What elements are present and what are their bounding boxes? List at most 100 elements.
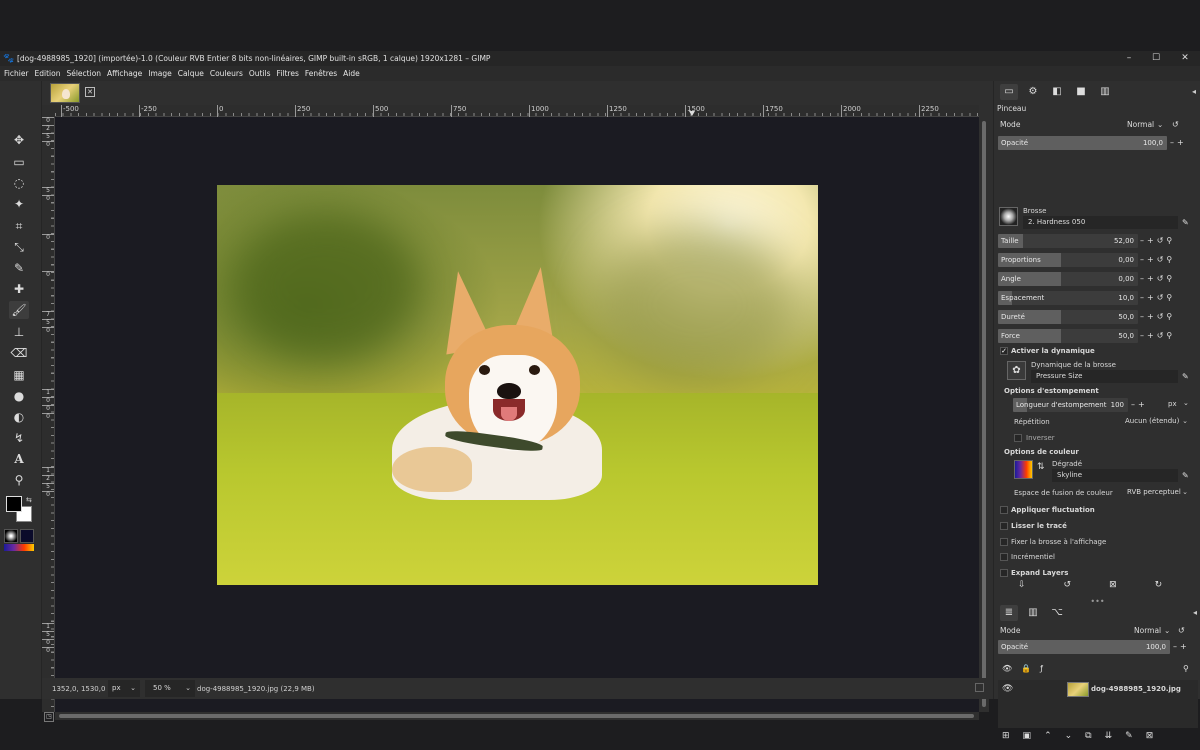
- reset-mode-icon[interactable]: ↺: [1172, 120, 1182, 129]
- brush-slider-4[interactable]: Dureté 50,0: [998, 310, 1138, 324]
- menu-edition[interactable]: Edition: [35, 69, 61, 78]
- maximize-button[interactable]: ☐: [1143, 51, 1169, 66]
- merge-layer-icon[interactable]: ⇊: [1105, 731, 1126, 741]
- transform-tool-icon[interactable]: ⤡: [9, 238, 29, 256]
- zoom-tool-icon[interactable]: ⚲: [9, 471, 29, 489]
- edit-brush-icon[interactable]: ✎: [1182, 218, 1192, 227]
- edit-gradient-icon[interactable]: ✎: [1182, 471, 1192, 480]
- layer-opacity-stepper[interactable]: –+: [1173, 642, 1190, 651]
- menu-aide[interactable]: Aide: [343, 69, 360, 78]
- dock-menu-icon[interactable]: ◂: [1192, 87, 1196, 96]
- fade-unit-select[interactable]: px: [1168, 400, 1177, 408]
- vertical-ruler[interactable]: 0 2 5 0 5 0 0 0 7 5 0 1 0 0 0 1 2 5 0 1 …: [42, 117, 55, 712]
- horizontal-ruler[interactable]: -500 -250 0 250 500 750 1000 1250 1500 1…: [55, 105, 979, 117]
- horizontal-scroll-thumb[interactable]: [59, 714, 974, 718]
- lower-layer-icon[interactable]: ⌄: [1065, 731, 1086, 741]
- new-group-icon[interactable]: ▣: [1023, 731, 1045, 741]
- layer-lock-icons[interactable]: 👁🔒ƒ: [1002, 664, 1052, 673]
- reverse-gradient-icon[interactable]: ⇅: [1037, 462, 1045, 472]
- vertical-scrollbar[interactable]: [979, 117, 989, 712]
- menu-affichage[interactable]: Affichage: [107, 69, 142, 78]
- brush-slider-controls[interactable]: –+↺⚲: [1140, 293, 1175, 302]
- expand-layers-checkbox[interactable]: [1000, 569, 1008, 577]
- search-icon[interactable]: ⚲: [1183, 664, 1192, 673]
- dodge-tool-icon[interactable]: ◐: [9, 408, 29, 426]
- layers-menu-icon[interactable]: ◂: [1193, 608, 1197, 617]
- brush-preview[interactable]: [4, 529, 18, 543]
- color-picker-tool-icon[interactable]: ✎: [9, 259, 29, 277]
- menu-calque[interactable]: Calque: [178, 69, 204, 78]
- brush-slider-controls[interactable]: –+↺⚲: [1140, 274, 1175, 283]
- apply-jitter-checkbox[interactable]: [1000, 506, 1008, 514]
- brush-slider-0[interactable]: Taille 52,00: [998, 234, 1138, 248]
- lock-brush-checkbox[interactable]: [1000, 538, 1008, 546]
- paths-tab-icon[interactable]: ⌥: [1048, 605, 1066, 621]
- dynamics-checkbox[interactable]: ✓: [1000, 347, 1008, 355]
- brush-slider-3[interactable]: Espacement 10,0: [998, 291, 1138, 305]
- delete-layer-icon[interactable]: ⊠: [1146, 731, 1167, 741]
- crop-tool-icon[interactable]: ⌗: [9, 217, 29, 235]
- brush-slider-controls[interactable]: –+↺⚲: [1140, 236, 1175, 245]
- navigate-icon[interactable]: ◳: [44, 712, 54, 722]
- paintbrush-tool-icon[interactable]: 🖌: [9, 301, 29, 319]
- brush-slider-5[interactable]: Force 50,0: [998, 329, 1138, 343]
- dynamics-thumbnail[interactable]: ✿: [1007, 361, 1026, 380]
- gradient-fill-tool-icon[interactable]: ▦: [9, 366, 29, 384]
- text-tool-icon[interactable]: A: [9, 450, 29, 468]
- raise-layer-icon[interactable]: ⌃: [1044, 731, 1065, 741]
- close-button[interactable]: ✕: [1172, 51, 1198, 66]
- gradient-preview[interactable]: [4, 544, 34, 551]
- opacity-slider[interactable]: Opacité 100,0: [998, 136, 1167, 150]
- repeat-select[interactable]: Aucun (étendu) ⌄: [1120, 415, 1192, 428]
- image-canvas[interactable]: [55, 117, 979, 712]
- incremental-checkbox[interactable]: [1000, 553, 1008, 561]
- paths-tool-icon[interactable]: ↯: [9, 429, 29, 447]
- fuzzy-select-tool-icon[interactable]: ✦: [9, 195, 29, 213]
- menu-fenetres[interactable]: Fenêtres: [305, 69, 337, 78]
- menu-couleurs[interactable]: Couleurs: [210, 69, 243, 78]
- duplicate-layer-icon[interactable]: ⧉: [1085, 731, 1104, 741]
- layer-name[interactable]: dog-4988985_1920.jpg: [1091, 685, 1181, 693]
- clone-tool-icon[interactable]: ⊥: [9, 323, 29, 341]
- new-layer-icon[interactable]: ⊞: [1002, 731, 1023, 741]
- heal-tool-icon[interactable]: ✚: [9, 280, 29, 298]
- gradients-tab-icon[interactable]: ▥: [1096, 84, 1114, 100]
- channels-tab-icon[interactable]: ▥: [1024, 605, 1042, 621]
- menu-fichier[interactable]: Fichier: [4, 69, 29, 78]
- menu-selection[interactable]: Sélection: [66, 69, 101, 78]
- brush-thumbnail[interactable]: [999, 207, 1018, 226]
- brush-name-field[interactable]: 2. Hardness 050: [1023, 216, 1178, 229]
- tool-options-tab-icon[interactable]: ▭: [1000, 84, 1018, 100]
- layer-mode-select[interactable]: Normal: [1134, 626, 1161, 635]
- tool-options-footer-icons[interactable]: ⇩↺⊠↻: [1018, 580, 1200, 590]
- zoom-select[interactable]: 50 % ⌄: [145, 680, 195, 697]
- opacity-stepper[interactable]: –+: [1170, 138, 1187, 147]
- gradient-thumbnail[interactable]: [1014, 460, 1033, 479]
- dynamics-select[interactable]: Pressure Size: [1031, 370, 1178, 383]
- fade-length-slider[interactable]: Longueur d'estompement 100: [1013, 398, 1128, 412]
- fg-bg-colors[interactable]: ⇆: [6, 496, 36, 526]
- swap-colors-icon[interactable]: ⇆: [26, 496, 32, 504]
- invert-checkbox[interactable]: [1014, 434, 1022, 442]
- mask-layer-icon[interactable]: ✎: [1125, 731, 1146, 741]
- brush-slider-controls[interactable]: –+↺⚲: [1140, 255, 1175, 264]
- unit-select[interactable]: px ⌄: [108, 680, 140, 697]
- move-tool-icon[interactable]: ✥: [9, 131, 29, 149]
- patterns-tab-icon[interactable]: ■: [1072, 84, 1090, 100]
- blend-space-select[interactable]: RVB perceptuel ⌄: [1122, 486, 1192, 499]
- menu-image[interactable]: Image: [148, 69, 172, 78]
- minimize-button[interactable]: –: [1116, 51, 1142, 66]
- vertical-scroll-thumb[interactable]: [982, 121, 986, 707]
- foreground-color-swatch[interactable]: [6, 496, 22, 512]
- close-image-tab-icon[interactable]: ✕: [85, 87, 95, 97]
- device-status-tab-icon[interactable]: ⚙: [1024, 84, 1042, 100]
- brush-slider-controls[interactable]: –+↺⚲: [1140, 312, 1175, 321]
- mode-select[interactable]: Normal: [1127, 120, 1154, 129]
- smooth-stroke-checkbox[interactable]: [1000, 522, 1008, 530]
- edit-dynamics-icon[interactable]: ✎: [1182, 372, 1192, 381]
- brush-slider-controls[interactable]: –+↺⚲: [1140, 331, 1175, 340]
- brush-slider-2[interactable]: Angle 0,00: [998, 272, 1138, 286]
- lasso-tool-icon[interactable]: ◌: [9, 174, 29, 192]
- rect-select-tool-icon[interactable]: ▭: [9, 153, 29, 171]
- layer-visibility-eye-icon[interactable]: 👁: [1002, 684, 1013, 694]
